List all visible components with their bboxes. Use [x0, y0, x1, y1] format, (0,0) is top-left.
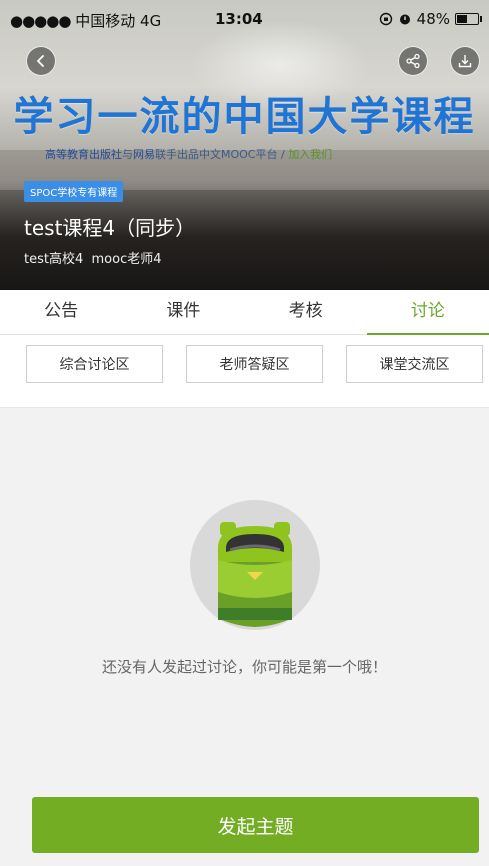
network-type: 4G: [140, 12, 162, 30]
download-button[interactable]: [450, 46, 480, 76]
banner-subtitle-publisher: 高等教育出版社: [45, 148, 122, 161]
tab-courseware[interactable]: 课件: [122, 290, 244, 334]
battery-percent: 48%: [416, 10, 450, 28]
banner-subtitle-rest: 联手出品中文MOOC平台 /: [155, 148, 289, 161]
signal-strength-icon: ●●●●●: [10, 12, 71, 30]
course-header: ●●●●● 中国移动 4G 13:04 48% 学习一流的中国大学课程 高等教育…: [0, 0, 489, 290]
course-teacher: mooc老师4: [91, 252, 162, 267]
empty-state-message: 还没有人发起过讨论，你可能是第一个哦！: [101, 658, 387, 676]
share-button[interactable]: [398, 46, 428, 76]
backpack-icon: [190, 500, 320, 630]
status-bar-carrier-group: ●●●●● 中国移动 4G: [10, 10, 161, 31]
status-bar-right: 48%: [379, 10, 482, 28]
teacher-qa-button[interactable]: 老师答疑区: [186, 345, 323, 383]
tab-announcements[interactable]: 公告: [0, 290, 122, 334]
banner-join-link[interactable]: 加入我们: [288, 148, 332, 161]
status-bar: ●●●●● 中国移动 4G 13:04 48%: [0, 0, 489, 36]
banner-title: 学习一流的中国大学课程: [13, 94, 476, 140]
alarm-icon: [399, 14, 410, 25]
banner-subtitle-netease: 网易: [133, 148, 155, 161]
orientation-lock-icon: [379, 12, 392, 26]
course-tabs: 公告 课件 考核 讨论: [0, 290, 489, 335]
banner-subtitle-and: 与: [122, 148, 133, 161]
carrier-name: 中国移动: [75, 12, 136, 30]
status-bar-time: 13:04: [215, 10, 263, 28]
class-exchange-button[interactable]: 课堂交流区: [346, 345, 483, 383]
course-school: test高校4: [24, 252, 84, 267]
spoc-badge: SPOC学校专有课程: [24, 181, 124, 202]
tab-assessment[interactable]: 考核: [245, 290, 367, 334]
forum-filter-bar: 综合讨论区 老师答疑区 课堂交流区: [0, 335, 489, 408]
back-button[interactable]: [26, 46, 56, 76]
course-meta: test高校4 mooc老师4: [24, 248, 162, 267]
course-title: test课程4（同步）: [24, 216, 196, 240]
chevron-left-icon: [37, 55, 44, 67]
banner-subtitle: 高等教育出版社与网易联手出品中文MOOC平台 / 加入我们: [45, 146, 332, 162]
post-topic-button[interactable]: 发起主题: [32, 797, 479, 853]
battery-icon: [455, 13, 482, 25]
share-icon: [406, 53, 420, 69]
download-icon: [458, 55, 472, 68]
tab-discussion[interactable]: 讨论: [366, 290, 489, 335]
general-discussion-button[interactable]: 综合讨论区: [26, 345, 163, 383]
